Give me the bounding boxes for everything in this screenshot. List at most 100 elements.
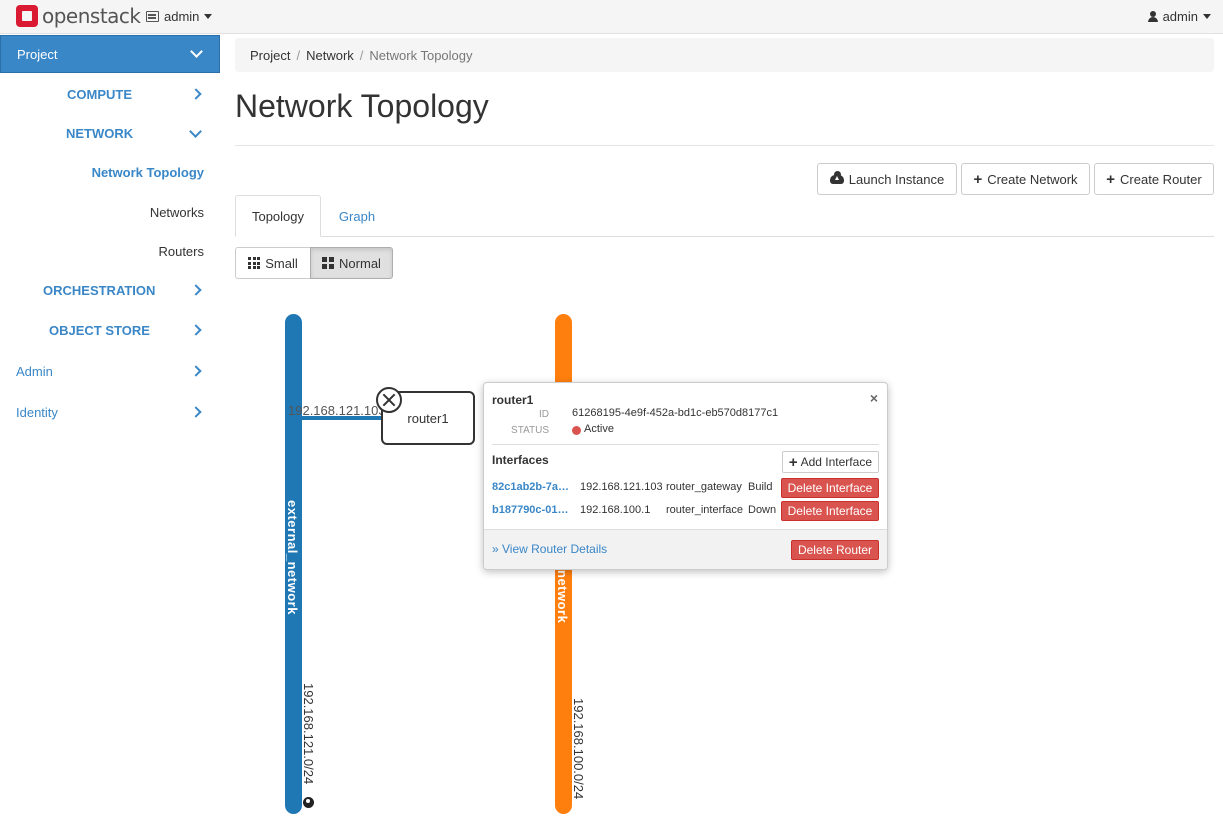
id-label: ID [539, 409, 549, 420]
interface-state: Build [748, 481, 773, 493]
user-menu[interactable]: admin [1147, 9, 1211, 24]
grid-small-icon [248, 257, 261, 269]
normal-view-button[interactable]: Normal [310, 247, 393, 279]
router-id: 61268195-4e9f-452a-bd1c-eb570d8177c1 [572, 407, 779, 419]
sidebar-item-label: Networks [149, 204, 204, 220]
project-selector-label: admin [164, 9, 200, 24]
caret-down-icon [1203, 14, 1211, 19]
delete-interface-button[interactable]: Delete Interface [781, 478, 879, 498]
project-list-icon [146, 11, 159, 22]
divider [492, 444, 879, 445]
delete-router-label: Delete Router [797, 543, 873, 557]
sidebar-item-orchestration[interactable]: ORCHESTRATION [0, 280, 220, 300]
user-icon [1147, 11, 1158, 22]
small-view-label: Small [265, 255, 298, 271]
interface-state: Down [748, 504, 777, 516]
popover-footer: » View Router Details Delete Router [484, 529, 887, 569]
sidebar-item-identity[interactable]: Identity [0, 402, 220, 422]
sidebar-item-label: Admin [16, 363, 53, 379]
sidebar-item-label: Identity [16, 404, 58, 420]
tab-label: Topology [251, 208, 305, 224]
sidebar-item-label: NETWORK [66, 125, 134, 141]
add-interface-label: Add Interface [800, 455, 872, 469]
interface-id-link[interactable]: b187790c-01… [492, 504, 568, 516]
globe-icon [303, 797, 314, 808]
tab-bar: Topology Graph [235, 195, 1214, 237]
router-icon [376, 387, 402, 413]
breadcrumb-separator: / [296, 47, 301, 63]
delete-interface-button[interactable]: Delete Interface [781, 501, 879, 521]
create-router-button[interactable]: + Create Router [1094, 163, 1214, 195]
router-status: Active [584, 423, 614, 435]
title-divider [235, 145, 1214, 146]
status-label: STATUS [511, 425, 549, 436]
grid-large-icon [322, 257, 335, 269]
create-network-button[interactable]: + Create Network [961, 163, 1090, 195]
launch-instance-button[interactable]: Launch Instance [817, 163, 957, 195]
chevron-down-icon [189, 124, 202, 138]
user-menu-label: admin [1162, 9, 1198, 24]
chevron-right-icon [190, 365, 202, 377]
network-cidr: 192.168.121.0/24 [301, 683, 316, 785]
plus-icon: + [973, 170, 983, 188]
breadcrumb-current: Network Topology [369, 47, 473, 63]
plus-icon: + [1106, 170, 1116, 188]
sidebar-item-label: COMPUTE [67, 86, 132, 102]
delete-interface-label: Delete Interface [787, 481, 873, 495]
brand-text: openstack [42, 4, 141, 28]
cloud-upload-icon [829, 170, 844, 184]
interface-type: router_interface [666, 504, 744, 516]
sidebar-item-admin[interactable]: Admin [0, 361, 220, 381]
interface-id-link[interactable]: 82c1ab2b-7a… [492, 481, 569, 493]
interface-ip: 192.168.121.103 [580, 481, 663, 493]
caret-down-icon [204, 14, 213, 19]
sidebar-item-label: Network Topology [91, 164, 204, 180]
router-name: router1 [407, 410, 449, 426]
create-router-label: Create Router [1120, 171, 1202, 187]
router-info-popover: × router1 ID 61268195-4e9f-452a-bd1c-eb5… [483, 382, 888, 570]
sidebar-item-label: ORCHESTRATION [43, 282, 156, 298]
sidebar-item-label: Project [17, 46, 58, 62]
chevron-right-icon [190, 88, 202, 100]
delete-interface-label: Delete Interface [787, 504, 873, 518]
small-view-button[interactable]: Small [235, 247, 311, 279]
sidebar: Project [0, 35, 220, 73]
sidebar-item-network-topology[interactable]: Network Topology [0, 162, 220, 182]
interface-type: router_gateway [666, 481, 742, 493]
sidebar-item-label: Routers [158, 243, 204, 259]
close-icon[interactable]: × [870, 390, 878, 406]
chevron-right-icon [190, 324, 202, 336]
network-cidr: 192.168.100.0/24 [571, 698, 586, 800]
normal-view-label: Normal [339, 255, 381, 271]
tab-label: Graph [338, 208, 376, 224]
sidebar-item-routers[interactable]: Routers [0, 241, 220, 261]
breadcrumb-network[interactable]: Network [306, 48, 354, 63]
sidebar-item-project[interactable]: Project [0, 35, 220, 73]
top-navbar: openstack admin admin [0, 0, 1223, 34]
create-network-label: Create Network [987, 171, 1078, 187]
sidebar-item-object-store[interactable]: OBJECT STORE [0, 320, 220, 340]
page-title: Network Topology [235, 88, 489, 124]
chevron-right-icon [190, 406, 202, 418]
sidebar-item-label: OBJECT STORE [49, 322, 150, 338]
tab-topology[interactable]: Topology [235, 195, 321, 237]
launch-instance-label: Launch Instance [848, 171, 945, 187]
breadcrumb-project[interactable]: Project [250, 48, 290, 63]
sidebar-item-compute[interactable]: COMPUTE [0, 84, 220, 104]
openstack-logo[interactable]: openstack [16, 4, 141, 28]
sidebar-item-networks[interactable]: Networks [0, 202, 220, 222]
tab-graph[interactable]: Graph [327, 195, 387, 237]
status-dot-icon [572, 426, 581, 435]
breadcrumb-separator: / [359, 47, 364, 63]
link-ip-label: 192.168.121.103 [288, 403, 386, 418]
openstack-logo-icon [16, 5, 38, 27]
sidebar-item-network[interactable]: NETWORK [0, 123, 220, 143]
view-router-details-link[interactable]: » View Router Details [492, 542, 607, 556]
breadcrumb: Project / Network / Network Topology [235, 38, 1214, 72]
delete-router-button[interactable]: Delete Router [791, 540, 879, 560]
interfaces-title: Interfaces [492, 453, 549, 467]
project-selector[interactable]: admin [146, 9, 213, 24]
add-interface-button[interactable]: + Add Interface [781, 451, 879, 473]
chevron-down-icon [190, 45, 203, 58]
chevron-right-icon [190, 284, 202, 296]
